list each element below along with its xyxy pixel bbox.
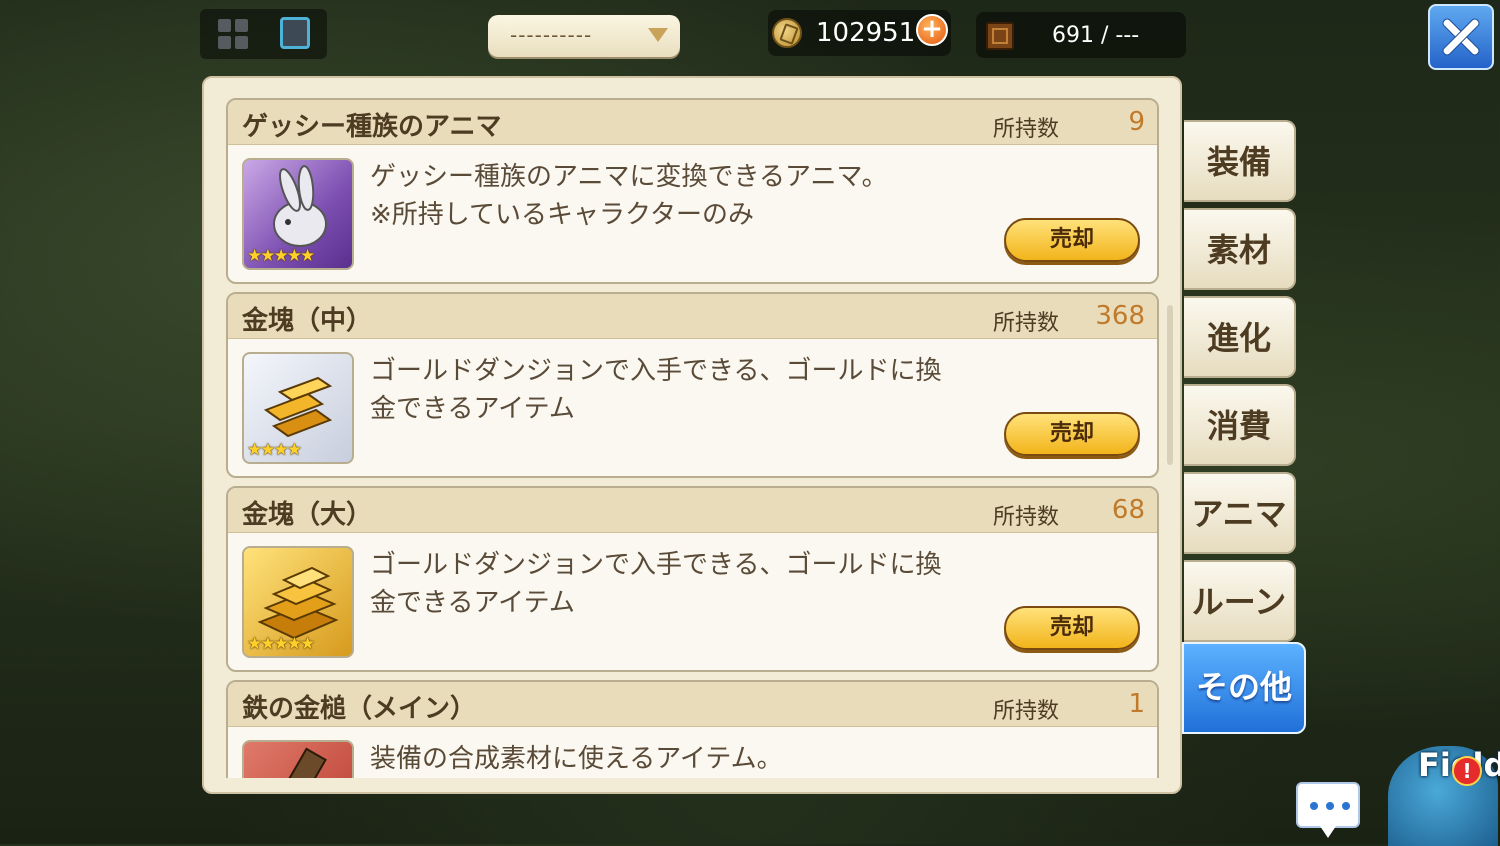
gold-bars-icon[interactable]: ★★★★ <box>242 352 354 464</box>
rabbit-anima-icon[interactable]: ★★★★★ <box>242 158 354 270</box>
item-name: 金塊（中） <box>242 306 373 336</box>
item-header: 金塊（中） 所持数 368 <box>228 294 1157 339</box>
inventory-count: 691 / --- <box>1052 23 1140 48</box>
chevron-down-icon <box>648 28 668 42</box>
owned-count: 68 <box>1111 495 1145 525</box>
item-description: ゴールドダンジョンで入手できる、ゴールドに換 金できるアイテム <box>370 356 942 424</box>
item-description: ゴールドダンジョンで入手できる、ゴールドに換 金できるアイテム <box>370 550 942 618</box>
sell-button[interactable]: 売却 <box>1004 606 1140 650</box>
item-card: 金塊（大） 所持数 68 ★★★★★ ゴールドダンジョンで入手できる、ゴールドに… <box>226 486 1159 672</box>
owned-label: 所持数 <box>992 505 1059 530</box>
tab-evolution[interactable]: 進化 <box>1184 296 1296 378</box>
owned-label: 所持数 <box>992 311 1059 336</box>
rarity-stars: ★★★★★ <box>247 246 315 266</box>
field-button[interactable]: Field ! <box>1378 740 1500 846</box>
owned-count: 9 <box>1128 107 1145 137</box>
gold-display: 102951 + <box>768 10 951 56</box>
rarity-stars: ★★★★ <box>247 440 302 460</box>
sell-button[interactable]: 売却 <box>1004 218 1140 262</box>
tab-materials[interactable]: 素材 <box>1184 208 1296 290</box>
sell-button[interactable]: 売却 <box>1004 412 1140 456</box>
owned-count: 1 <box>1128 689 1145 719</box>
hammer-icon[interactable] <box>242 740 354 778</box>
tab-runes[interactable]: ルーン <box>1184 560 1296 642</box>
item-header: 金塊（大） 所持数 68 <box>228 488 1157 533</box>
rarity-stars: ★★★★★ <box>247 634 315 654</box>
inventory-box-icon <box>986 22 1014 50</box>
item-list[interactable]: ゲッシー種族のアニマ 所持数 9 ★★★★★ ゲッシー種族のアニマに変換できるア… <box>226 98 1161 778</box>
add-gold-button[interactable]: + <box>916 14 948 46</box>
tab-anima[interactable]: アニマ <box>1184 472 1296 554</box>
inventory-capacity: 691 / --- <box>976 12 1186 58</box>
chat-button[interactable] <box>1296 782 1360 838</box>
chat-icon <box>1310 802 1318 810</box>
gold-pile-icon[interactable]: ★★★★★ <box>242 546 354 658</box>
item-description: 装備の合成素材に使えるアイテム。 <box>370 744 783 774</box>
item-card: 鉄の金槌（メイン） 所持数 1 装備の合成素材に使えるアイテム。 合成 <box>226 680 1159 778</box>
item-description: ゲッシー種族のアニマに変換できるアニマ。 ※所持しているキャラクターのみ <box>370 162 888 230</box>
gold-amount: 102951 <box>816 18 916 48</box>
sort-dropdown-value: ---------- <box>510 23 593 47</box>
item-header: ゲッシー種族のアニマ 所持数 9 <box>228 100 1157 145</box>
close-button[interactable] <box>1428 4 1494 70</box>
item-list-panel: ゲッシー種族のアニマ 所持数 9 ★★★★★ ゲッシー種族のアニマに変換できるア… <box>202 76 1182 794</box>
item-name: 鉄の金槌（メイン） <box>242 694 477 724</box>
list-view-icon[interactable] <box>280 17 310 49</box>
owned-label: 所持数 <box>992 117 1059 142</box>
tab-other[interactable]: その他 <box>1182 642 1306 734</box>
view-mode-toggle <box>200 9 327 59</box>
item-card: ゲッシー種族のアニマ 所持数 9 ★★★★★ ゲッシー種族のアニマに変換できるア… <box>226 98 1159 284</box>
list-scrollbar[interactable] <box>1167 305 1173 465</box>
tab-equipment[interactable]: 装備 <box>1184 120 1296 202</box>
owned-label: 所持数 <box>992 699 1059 724</box>
item-card: 金塊（中） 所持数 368 ★★★★ ゴールドダンジョンで入手できる、ゴールドに… <box>226 292 1159 478</box>
item-name: 金塊（大） <box>242 500 373 530</box>
owned-count: 368 <box>1095 301 1145 331</box>
grid-view-icon[interactable] <box>218 19 248 49</box>
sort-dropdown[interactable]: ---------- <box>488 15 680 57</box>
alert-icon: ! <box>1452 756 1482 786</box>
item-name: ゲッシー種族のアニマ <box>242 112 502 142</box>
tab-consumables[interactable]: 消費 <box>1184 384 1296 466</box>
gold-coin-icon <box>772 18 802 48</box>
item-header: 鉄の金槌（メイン） 所持数 1 <box>228 682 1157 727</box>
